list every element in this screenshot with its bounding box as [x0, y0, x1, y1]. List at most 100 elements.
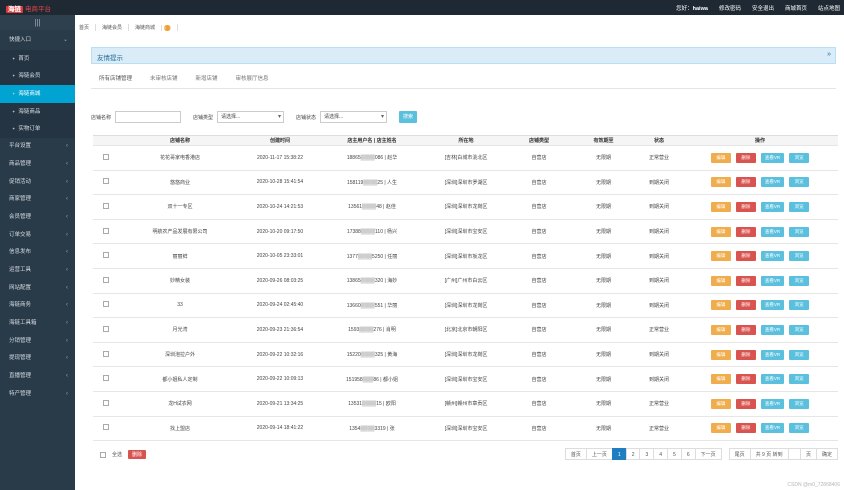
- browse-button[interactable]: 浏览: [789, 423, 810, 434]
- view-vr-button[interactable]: 查看VR: [760, 423, 785, 434]
- tab-all-shops[interactable]: 所有店铺管理: [99, 69, 132, 88]
- sidebar-item[interactable]: 订单交易 ‹: [0, 227, 75, 245]
- view-vr-button[interactable]: 查看VR: [760, 324, 785, 335]
- browse-button[interactable]: 浏览: [789, 226, 810, 237]
- view-vr-button[interactable]: 查看VR: [760, 300, 785, 311]
- page-2[interactable]: 2: [625, 448, 641, 460]
- sidebar-item[interactable]: 直播管理 ‹: [0, 368, 75, 386]
- page-1[interactable]: 1: [611, 448, 627, 460]
- edit-button[interactable]: 编辑: [710, 226, 731, 237]
- sidebar-item[interactable]: 网站配置 ‹: [0, 280, 75, 298]
- edit-button[interactable]: 编辑: [710, 423, 731, 434]
- sidebar-item[interactable]: 促销活动 ‹: [0, 174, 75, 192]
- view-vr-button[interactable]: 查看VR: [760, 177, 785, 188]
- edit-button[interactable]: 编辑: [710, 324, 731, 335]
- browse-button[interactable]: 浏览: [789, 398, 810, 409]
- tab-new-shop[interactable]: 新增店铺: [196, 69, 218, 88]
- browse-button[interactable]: 浏览: [789, 177, 810, 188]
- browse-button[interactable]: 浏览: [789, 201, 810, 212]
- logout-link[interactable]: 安全退出: [752, 4, 774, 12]
- browse-button[interactable]: 浏览: [789, 275, 810, 286]
- sidebar-item[interactable]: 商家管理 ‹: [0, 191, 75, 209]
- row-checkbox[interactable]: [103, 375, 109, 382]
- view-vr-button[interactable]: 查看VR: [760, 152, 785, 163]
- sidebar-item[interactable]: 海链商城: [0, 85, 75, 103]
- sidebar-item[interactable]: 海链会员: [0, 67, 75, 86]
- delete-button[interactable]: 删除: [735, 152, 756, 163]
- sidebar-item[interactable]: 分销管理 ‹: [0, 333, 75, 351]
- browse-button[interactable]: 浏览: [789, 251, 810, 262]
- browse-button[interactable]: 浏览: [789, 300, 810, 311]
- browse-button[interactable]: 浏览: [789, 324, 810, 335]
- view-vr-button[interactable]: 查看VR: [760, 201, 785, 212]
- row-checkbox[interactable]: [103, 252, 109, 259]
- delete-button[interactable]: 删除: [735, 300, 756, 311]
- view-vr-button[interactable]: 查看VR: [760, 275, 785, 286]
- row-checkbox[interactable]: [103, 276, 109, 283]
- search-button[interactable]: 搜索: [399, 111, 418, 123]
- edit-button[interactable]: 编辑: [710, 251, 731, 262]
- row-checkbox[interactable]: [103, 399, 109, 406]
- delete-button[interactable]: 删除: [735, 201, 756, 212]
- sidebar-item[interactable]: 商品管理 ‹: [0, 156, 75, 174]
- row-checkbox[interactable]: [103, 325, 109, 332]
- page-prev[interactable]: 上一页: [585, 448, 613, 460]
- shop-name-input[interactable]: [115, 111, 182, 123]
- sidebar-item[interactable]: 特产管理 ‹: [0, 386, 75, 404]
- sidebar-item[interactable]: 提现管理 ‹: [0, 350, 75, 368]
- sidebar-item[interactable]: 会员管理 ‹: [0, 209, 75, 227]
- row-checkbox[interactable]: [103, 178, 109, 185]
- banner-toggle-icon[interactable]: »: [827, 51, 831, 58]
- breadcrumb-members[interactable]: 海链会员: [102, 24, 130, 31]
- breadcrumb-mall[interactable]: 海链商城 ×: [135, 24, 179, 31]
- select-all-checkbox[interactable]: [100, 451, 106, 458]
- browse-button[interactable]: 浏览: [789, 152, 810, 163]
- sidebar-item[interactable]: 海链商务 ‹: [0, 297, 75, 315]
- delete-button[interactable]: 删除: [735, 251, 756, 262]
- sidebar-item[interactable]: 海链商品: [0, 102, 75, 121]
- page-5[interactable]: 5: [667, 448, 682, 460]
- row-checkbox[interactable]: [103, 202, 109, 209]
- row-checkbox[interactable]: [103, 227, 109, 234]
- row-checkbox[interactable]: [103, 424, 109, 431]
- row-checkbox[interactable]: [103, 350, 109, 357]
- breadcrumb-home[interactable]: 首页: [79, 24, 97, 31]
- tab-review-showroom[interactable]: 审核展厅信息: [236, 69, 269, 88]
- delete-button[interactable]: 删除: [735, 226, 756, 237]
- row-checkbox[interactable]: [103, 153, 109, 160]
- sidebar-item[interactable]: 运营工具 ‹: [0, 262, 75, 280]
- browse-button[interactable]: 浏览: [789, 349, 810, 360]
- sidebar-item[interactable]: 信息发布 ‹: [0, 244, 75, 262]
- browse-button[interactable]: 浏览: [789, 374, 810, 385]
- page-first[interactable]: 首页: [564, 448, 587, 460]
- shop-status-select[interactable]: 请选择...: [320, 111, 388, 123]
- edit-button[interactable]: 编辑: [710, 349, 731, 360]
- view-vr-button[interactable]: 查看VR: [760, 349, 785, 360]
- edit-button[interactable]: 编辑: [710, 398, 731, 409]
- delete-button[interactable]: 删除: [735, 275, 756, 286]
- edit-button[interactable]: 编辑: [710, 201, 731, 212]
- delete-button[interactable]: 删除: [735, 423, 756, 434]
- page-confirm-button[interactable]: 确定: [815, 448, 838, 460]
- shop-type-select[interactable]: 请选择...: [217, 111, 285, 123]
- page-4[interactable]: 4: [653, 448, 669, 460]
- sidebar-item[interactable]: 平台设置 ‹: [0, 138, 75, 156]
- page-last[interactable]: 尾页: [728, 448, 751, 460]
- page-next[interactable]: 下一页: [694, 448, 722, 460]
- edit-button[interactable]: 编辑: [710, 152, 731, 163]
- logo[interactable]: 海链 电商平台: [6, 3, 51, 13]
- bulk-delete-button[interactable]: 删除: [128, 450, 147, 459]
- delete-button[interactable]: 删除: [735, 398, 756, 409]
- edit-button[interactable]: 编辑: [710, 300, 731, 311]
- site-map-link[interactable]: 站点地图: [818, 4, 840, 12]
- page-6[interactable]: 6: [680, 448, 696, 460]
- edit-button[interactable]: 编辑: [710, 374, 731, 385]
- row-checkbox[interactable]: [103, 301, 109, 308]
- close-tab-icon[interactable]: ×: [164, 25, 172, 31]
- view-vr-button[interactable]: 查看VR: [760, 226, 785, 237]
- page-3[interactable]: 3: [639, 448, 655, 460]
- sidebar-item[interactable]: 首页: [0, 49, 75, 68]
- tab-unreviewed[interactable]: 未审核店铺: [150, 69, 178, 88]
- sidebar-item[interactable]: 实物订单: [0, 120, 75, 139]
- view-vr-button[interactable]: 查看VR: [760, 398, 785, 409]
